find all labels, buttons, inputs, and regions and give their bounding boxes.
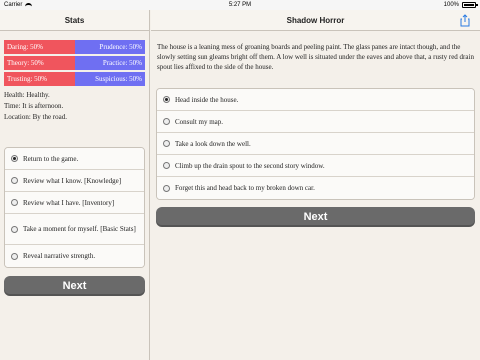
- stats-choice-knowledge[interactable]: Review what I know. [Knowledge]: [5, 170, 144, 192]
- stats-choice-return[interactable]: Return to the game.: [5, 148, 144, 170]
- time-status: Time: It is afternoon.: [4, 102, 64, 110]
- stat-left-label: Theory: 50%: [4, 56, 75, 70]
- radio-icon[interactable]: [163, 118, 170, 125]
- stats-choice-inventory[interactable]: Review what I have. [Inventory]: [5, 192, 144, 214]
- choice-label: Review what I have. [Inventory]: [23, 198, 115, 207]
- radio-icon[interactable]: [163, 162, 170, 169]
- radio-selected-icon[interactable]: [11, 155, 18, 162]
- story-choice-list: Head inside the house. Consult my map. T…: [156, 88, 475, 200]
- stats-pane: Stats Daring: 50% Prudence: 50% Theory: …: [0, 10, 150, 360]
- stats-title: Stats: [64, 15, 85, 25]
- story-next-button[interactable]: Next: [156, 207, 475, 227]
- choice-label: Head inside the house.: [175, 95, 239, 104]
- radio-icon[interactable]: [11, 199, 18, 206]
- wifi-icon: [25, 2, 33, 8]
- story-choice-car[interactable]: Forget this and head back to my broken d…: [157, 177, 474, 199]
- status-left: Carrier: [4, 2, 33, 8]
- story-choice-map[interactable]: Consult my map.: [157, 111, 474, 133]
- choice-label: Consult my map.: [175, 117, 224, 126]
- status-time: 5:27 PM: [228, 2, 252, 8]
- choice-label: Reveal narrative strength.: [23, 252, 96, 260]
- choice-label: Forget this and head back to my broken d…: [175, 184, 315, 192]
- radio-selected-icon[interactable]: [163, 96, 170, 103]
- choice-label: Take a look down the well.: [175, 139, 251, 148]
- status-right: 100%: [443, 2, 478, 8]
- stat-bar-trusting: Trusting: 50% Suspicious: 50%: [4, 72, 145, 86]
- status-bar: Carrier 5:27 PM 100%: [0, 0, 480, 10]
- radio-icon[interactable]: [163, 140, 170, 147]
- stat-bar-theory: Theory: 50% Practice: 50%: [4, 56, 145, 70]
- story-choice-head-inside[interactable]: Head inside the house.: [157, 89, 474, 111]
- stat-left-label: Trusting: 50%: [4, 72, 75, 86]
- radio-icon[interactable]: [11, 225, 18, 233]
- story-title: Shadow Horror: [286, 15, 345, 25]
- story-choice-drain-spout[interactable]: Climb up the drain spout to the second s…: [157, 155, 474, 177]
- radio-icon[interactable]: [11, 177, 18, 184]
- battery-icon: [462, 2, 478, 8]
- story-header: Shadow Horror: [151, 10, 480, 31]
- story-pane: Shadow Horror The house is a leaning mes…: [151, 10, 480, 360]
- choice-label: Take a moment for myself. [Basic Stats]: [23, 225, 136, 233]
- stat-right-label: Suspicious: 50%: [74, 72, 145, 86]
- battery-label: 100%: [443, 2, 459, 8]
- stats-next-button[interactable]: Next: [4, 276, 145, 296]
- carrier-label: Carrier: [4, 2, 23, 8]
- share-icon[interactable]: [460, 14, 470, 27]
- stat-left-label: Daring: 50%: [4, 40, 75, 54]
- choice-label: Return to the game.: [23, 154, 79, 163]
- choice-label: Climb up the drain spout to the second s…: [175, 161, 325, 170]
- radio-icon[interactable]: [11, 252, 18, 260]
- stats-choice-basic-stats[interactable]: Take a moment for myself. [Basic Stats]: [5, 214, 144, 245]
- choice-label: Review what I know. [Knowledge]: [23, 176, 122, 185]
- stats-choice-narrative[interactable]: Reveal narrative strength.: [5, 245, 144, 267]
- stat-right-label: Prudence: 50%: [74, 40, 145, 54]
- stat-right-label: Practice: 50%: [74, 56, 145, 70]
- narrative-text: The house is a leaning mess of groaning …: [157, 43, 474, 71]
- stat-bar-daring: Daring: 50% Prudence: 50%: [4, 40, 145, 54]
- radio-icon[interactable]: [163, 184, 170, 192]
- health-status: Health: Healthy.: [4, 91, 50, 99]
- stats-choice-list: Return to the game. Review what I know. …: [4, 147, 145, 268]
- location-status: Location: By the road.: [4, 113, 67, 121]
- stats-header: Stats: [0, 10, 149, 31]
- story-choice-well[interactable]: Take a look down the well.: [157, 133, 474, 155]
